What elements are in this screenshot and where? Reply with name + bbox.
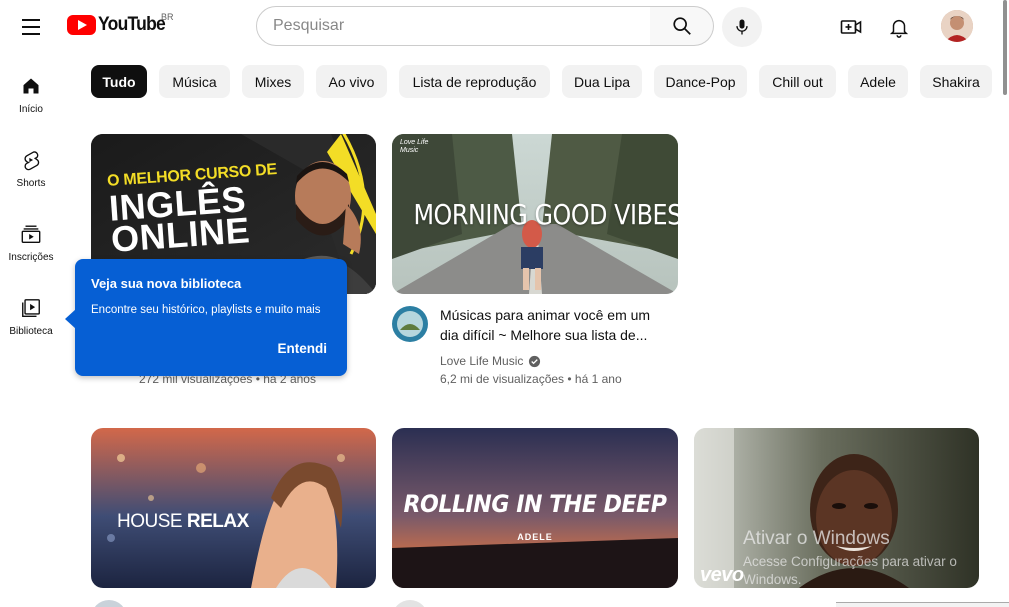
create-button[interactable] — [832, 8, 870, 46]
menu-icon[interactable] — [14, 10, 48, 44]
create-video-icon — [840, 20, 862, 34]
sidebar-item-shorts[interactable]: Shorts — [0, 130, 62, 200]
tooltip-text: Encontre seu histórico, playlists e muit… — [91, 304, 321, 316]
sidebar-item-inscricoes[interactable]: Inscrições — [0, 204, 62, 274]
chip-adele[interactable]: Adele — [848, 65, 908, 98]
user-avatar-image — [941, 10, 973, 42]
chip-tudo[interactable]: Tudo — [91, 65, 147, 98]
country-code: BR — [161, 12, 174, 22]
tooltip-title: Veja sua nova biblioteca — [91, 276, 242, 291]
thumbnail-text: ONLINE — [109, 209, 252, 260]
voice-search-button[interactable] — [722, 7, 762, 47]
sidebar-item-label: Biblioteca — [9, 326, 53, 337]
notifications-button[interactable] — [880, 8, 918, 46]
search-input[interactable] — [273, 17, 650, 35]
tooltip-dismiss-button[interactable]: Entendi — [278, 341, 328, 356]
thumbnail-text-part: HOUSE — [117, 511, 183, 532]
taskbar-edge — [836, 602, 1009, 607]
channel-avatar[interactable] — [392, 600, 428, 607]
chip-mixes[interactable]: Mixes — [242, 65, 304, 98]
sidebar-item-biblioteca[interactable]: Biblioteca — [0, 278, 62, 348]
chip-dua-lipa[interactable]: Dua Lipa — [562, 65, 642, 98]
chip-chill-out[interactable]: Chill out — [759, 65, 836, 98]
verified-icon — [529, 355, 541, 367]
channel-avatar-image — [392, 306, 428, 342]
video-title-line: Músicas para animar você em um — [440, 307, 651, 323]
vevo-logo: vevo — [700, 564, 744, 586]
activation-watermark-title: Ativar o Windows — [743, 528, 890, 549]
search-button[interactable] — [650, 6, 714, 46]
chip-musica[interactable]: Música — [159, 65, 230, 98]
scrollbar[interactable] — [1003, 0, 1007, 95]
channel-brand-text: Love Life Music — [400, 139, 429, 154]
video-thumbnail[interactable]: HOUSE RELAX — [91, 428, 376, 588]
channel-avatar[interactable] — [392, 306, 428, 342]
library-icon — [22, 299, 40, 317]
sidebar-item-label: Shorts — [16, 178, 46, 189]
subscriptions-icon — [21, 225, 41, 243]
chip-dance-pop[interactable]: Dance-Pop — [654, 65, 747, 98]
channel-avatar[interactable] — [91, 600, 127, 607]
chip-ao-vivo[interactable]: Ao vivo — [316, 65, 387, 98]
sidebar-item-label: Inscrições — [8, 252, 54, 263]
video-thumbnail[interactable]: Love Life Music MORNING GOOD VIBES — [392, 134, 678, 294]
logo-text: YouTube — [98, 14, 166, 35]
thumbnail-subtext: ADELE — [517, 532, 553, 542]
home-icon — [23, 78, 39, 94]
video-title-line: dia difícil ~ Melhore sua lista de... — [440, 327, 648, 343]
bell-icon — [889, 19, 909, 38]
top-bar: YouTube BR — [0, 0, 1009, 56]
search-icon — [672, 17, 691, 35]
youtube-logo[interactable]: YouTube — [67, 13, 171, 37]
youtube-play-icon — [67, 15, 96, 35]
user-avatar[interactable] — [941, 10, 973, 42]
search-box[interactable] — [256, 6, 651, 46]
thumbnail-text-part: RELAX — [186, 511, 249, 532]
video-stats: 6,2 mi de visualizações • há 1 ano — [440, 372, 622, 386]
video-thumbnail[interactable]: ROLLING IN THE DEEP ADELE — [392, 428, 678, 588]
mic-icon — [736, 19, 748, 35]
thumbnail-text: HOUSE RELAX — [117, 511, 249, 533]
video-title[interactable]: Músicas para animar você em um dia difíc… — [440, 305, 670, 345]
shorts-icon — [24, 151, 40, 171]
chip-shakira[interactable]: Shakira — [920, 65, 992, 98]
channel-name[interactable]: Love Life Music — [440, 354, 523, 368]
thumbnail-image — [91, 428, 376, 588]
sidebar-item-label: Início — [19, 104, 43, 115]
thumbnail-text: MORNING GOOD VIBES — [413, 198, 678, 231]
sidebar-item-inicio[interactable]: Início — [0, 56, 62, 126]
thumbnail-text: ROLLING IN THE DEEP — [403, 490, 667, 518]
chip-lista-de-reproducao[interactable]: Lista de reprodução — [399, 65, 550, 98]
activation-watermark-text: Acesse Configurações para ativar o Windo… — [743, 554, 957, 587]
channel-name-row[interactable]: Love Life Music — [440, 354, 541, 368]
library-tooltip: Veja sua nova biblioteca Encontre seu hi… — [65, 259, 347, 376]
